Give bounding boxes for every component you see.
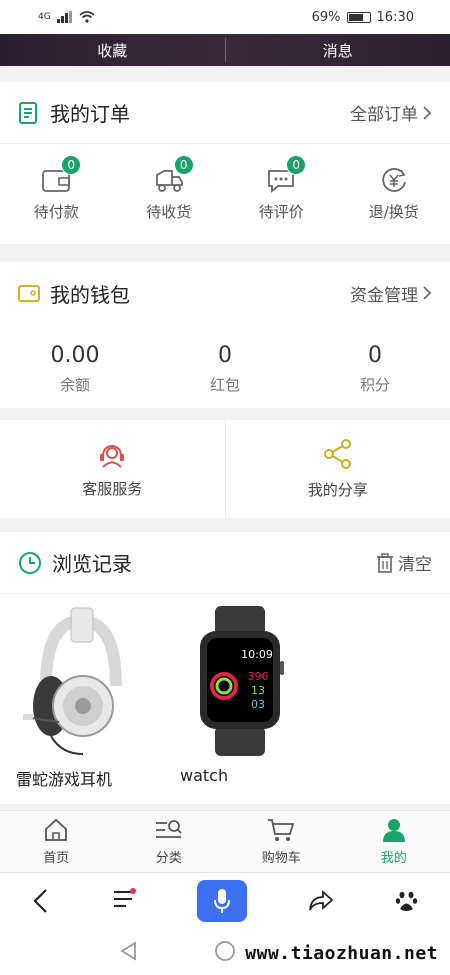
headset-icon [100,444,125,468]
watch-time: 10:09 [241,648,273,661]
orders-title: 我的订单 [50,102,130,126]
fund-management-label: 资金管理 [350,285,418,306]
chevron-right-icon [423,105,432,120]
site-watermark: www.tiaozhuan.net [241,943,442,964]
top-tabs: 收藏 消息 [0,34,450,66]
history-item[interactable]: 雷蛇游戏耳机 [16,606,136,806]
network-indicator: 4G [38,12,51,22]
wallet-values-row: 0.00 余额 0 红包 0 积分 [0,324,450,414]
nav-label: 首页 [43,851,70,866]
history-list: 雷蛇游戏耳机 10:09 396 13 03 watch [0,594,450,806]
system-home-icon[interactable] [214,940,236,962]
balance-value: 0.00 [50,343,100,368]
wallet-title: 我的钱包 [50,282,130,307]
my-share-button[interactable]: 我的分享 [226,420,450,518]
all-orders-label: 全部订单 [350,105,418,125]
order-refund[interactable]: 退/换货 [338,167,450,222]
nav-cart[interactable]: 购物车 [225,811,338,872]
orders-header: 我的订单 全部订单 [0,82,450,144]
customer-service-button[interactable]: 客服服务 [0,420,225,518]
red-packet-label: 红包 [209,376,240,394]
cart-icon [268,819,295,841]
wallet-red-packet[interactable]: 0 红包 [150,343,300,395]
balance-label: 余额 [59,376,90,394]
clear-history-button[interactable]: 清空 [376,550,432,575]
menu-icon [113,887,136,907]
history-title: 浏览记录 [52,552,132,576]
back-icon[interactable] [31,888,51,914]
orders-card: 我的订单 全部订单 0 待付款 0 待收货 0 待评价 退/换货 [0,82,450,244]
order-label: 退/换货 [368,202,419,221]
battery-icon [346,11,371,23]
history-item-name: 雷蛇游戏耳机 [16,770,113,789]
order-pending-receipt[interactable]: 0 待收货 [113,154,226,222]
order-status-row: 0 待付款 0 待收货 0 待评价 退/换货 [0,144,450,244]
watch-exercise-value: 13 [251,684,265,697]
watch-stand-value: 03 [251,698,265,711]
clear-label: 清空 [398,555,432,575]
my-share-label: 我的分享 [307,480,368,499]
order-list-icon [19,101,37,124]
points-value: 0 [368,343,382,368]
badge-pending-review: 0 [286,154,307,175]
history-item-name: watch [180,766,229,785]
watch-move-value: 396 [248,670,269,683]
red-packet-value: 0 [218,343,232,368]
history-item[interactable]: 10:09 396 13 03 watch [180,606,300,806]
chevron-right-icon [423,286,432,300]
person-icon [382,819,405,842]
share-icon [323,438,351,469]
system-back-icon[interactable] [118,940,140,962]
battery-percent: 69% [311,9,341,25]
all-orders-link[interactable]: 全部订单 [350,100,432,125]
nav-label: 我的 [380,851,407,866]
signal-icon [56,11,72,23]
watch-image: 10:09 396 13 03 [180,606,300,756]
tab-messages[interactable]: 消息 [226,34,450,66]
headphones-image [16,606,136,756]
browser-toolbar [0,872,450,928]
wallet-small-icon [18,285,40,302]
nav-label: 购物车 [261,851,301,866]
category-icon [155,820,182,838]
badge-pending-payment: 0 [61,154,82,175]
trash-icon [377,552,393,573]
bottom-nav: 首页 分类 购物车 我的 [0,810,450,872]
voice-search-button[interactable] [196,879,247,922]
clock: 16:30 [376,9,414,25]
baidu-paw-icon[interactable] [395,889,419,913]
home-icon [45,818,68,841]
nav-label: 分类 [155,851,182,866]
tab-favorites[interactable]: 收藏 [0,34,225,66]
forward-share-icon[interactable] [308,889,334,912]
clock-icon [19,551,41,574]
points-label: 积分 [359,376,390,394]
nav-category[interactable]: 分类 [113,811,226,872]
menu-button[interactable] [112,887,136,914]
wallet-header: 我的钱包 资金管理 [0,262,450,324]
wallet-card: 我的钱包 资金管理 0.00 余额 0 红包 0 积分 [0,262,450,408]
services-card: 客服服务 我的分享 [0,420,450,518]
order-pending-payment[interactable]: 0 待付款 [0,154,113,222]
wifi-icon [79,11,95,23]
wallet-balance[interactable]: 0.00 余额 [0,343,150,395]
order-label: 待付款 [33,202,79,221]
nav-home[interactable]: 首页 [0,811,113,872]
wallet-points[interactable]: 0 积分 [300,343,450,395]
customer-service-label: 客服服务 [82,479,143,498]
order-pending-review[interactable]: 0 待评价 [225,154,338,222]
status-bar: 4G 69% 16:30 [0,0,450,34]
order-label: 待评价 [258,202,304,221]
microphone-icon [213,888,230,913]
nav-mine[interactable]: 我的 [338,811,450,872]
badge-pending-receipt: 0 [173,154,194,175]
history-header: 浏览记录 清空 [0,532,450,594]
refund-icon [382,167,406,192]
fund-management-link[interactable]: 资金管理 [350,281,432,306]
history-card: 浏览记录 清空 雷蛇游戏耳机 10:09 396 13 03 watch [0,532,450,804]
order-label: 待收货 [146,202,192,221]
